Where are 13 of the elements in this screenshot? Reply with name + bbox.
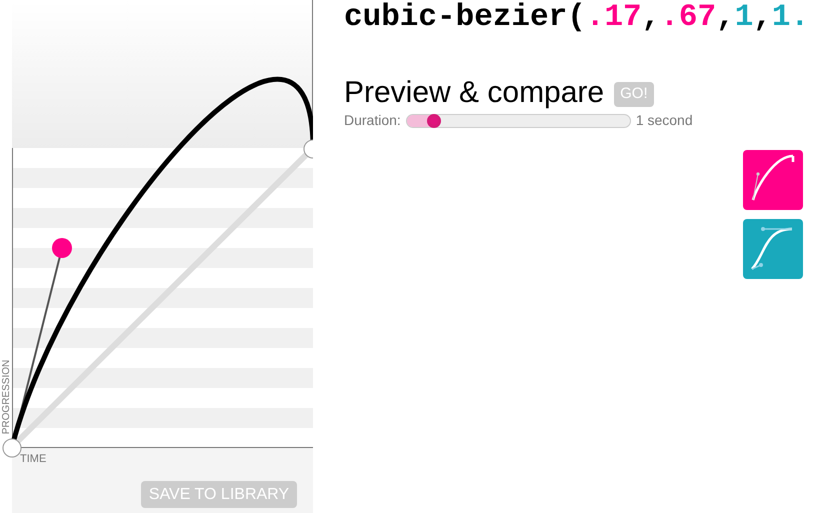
curve-thumbnail[interactable] [743,150,803,210]
duration-value: 1 second [636,111,693,130]
endpoint-handle[interactable] [2,438,22,458]
axis-label: TIME [20,452,46,467]
axis-label: PROGRESSION [0,358,13,436]
cubic-bezier-code: cubic-bezier(.17,.67,1,1. [344,0,810,36]
duration-label: Duration: [344,111,401,130]
control-point-handle[interactable] [52,238,72,258]
endpoint-handle[interactable] [304,140,313,158]
duration-slider[interactable] [406,114,631,128]
section-title: Preview & compare [344,76,604,110]
curve-thumbnail[interactable] [743,219,803,279]
slider-thumb[interactable] [426,114,441,128]
